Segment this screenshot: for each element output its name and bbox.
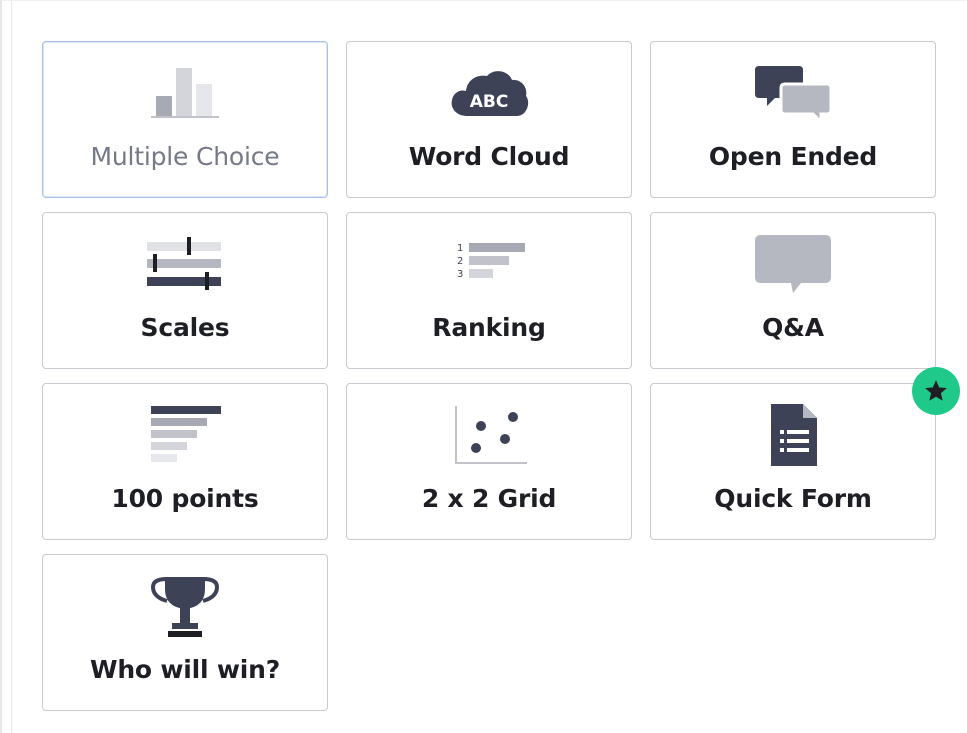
bar-chart-icon: [143, 62, 227, 126]
trophy-icon: [143, 575, 227, 639]
tile-label: Q&A: [762, 313, 824, 342]
tile-label: 2 x 2 Grid: [421, 484, 557, 513]
speech-bubbles-icon: [751, 62, 835, 126]
sliders-icon: [143, 233, 227, 297]
scatter-plot-icon: [447, 404, 531, 468]
tile-label: 100 points: [111, 484, 259, 513]
ranking-icon: 1 2 3: [447, 233, 531, 297]
document-icon: [751, 404, 835, 468]
question-type-who-will-win[interactable]: Who will win?: [42, 554, 328, 711]
tile-label: Open Ended: [708, 142, 878, 171]
tile-label: Ranking: [432, 313, 546, 342]
question-type-panel: Multiple Choice ABC Word Cloud Open Ende…: [0, 0, 967, 733]
rank-number: 1: [457, 243, 463, 254]
tile-label: Multiple Choice: [90, 142, 280, 171]
tile-label: Scales: [140, 313, 230, 342]
question-type-word-cloud[interactable]: ABC Word Cloud: [346, 41, 632, 198]
question-type-multiple-choice[interactable]: Multiple Choice: [42, 41, 328, 198]
tile-label: Word Cloud: [408, 142, 570, 171]
question-type-open-ended[interactable]: Open Ended: [650, 41, 936, 198]
question-type-qa[interactable]: Q&A: [650, 212, 936, 369]
word-cloud-icon: ABC: [447, 62, 531, 126]
question-type-quick-form[interactable]: Quick Form: [650, 367, 960, 540]
word-cloud-icon-text: ABC: [470, 92, 509, 112]
rank-number: 3: [457, 269, 463, 280]
horizontal-bars-icon: [143, 404, 227, 468]
rank-number: 2: [457, 256, 463, 267]
question-type-ranking[interactable]: 1 2 3 Ranking: [346, 212, 632, 369]
question-type-scales[interactable]: Scales: [42, 212, 328, 369]
chat-bubble-icon: [751, 233, 835, 297]
star-icon: [912, 367, 960, 415]
tile-label: Quick Form: [714, 484, 872, 513]
question-type-2x2-grid[interactable]: 2 x 2 Grid: [346, 383, 632, 540]
tile-label: Who will win?: [89, 655, 281, 684]
question-type-100-points[interactable]: 100 points: [42, 383, 328, 540]
question-type-grid: Multiple Choice ABC Word Cloud Open Ende…: [42, 41, 960, 711]
